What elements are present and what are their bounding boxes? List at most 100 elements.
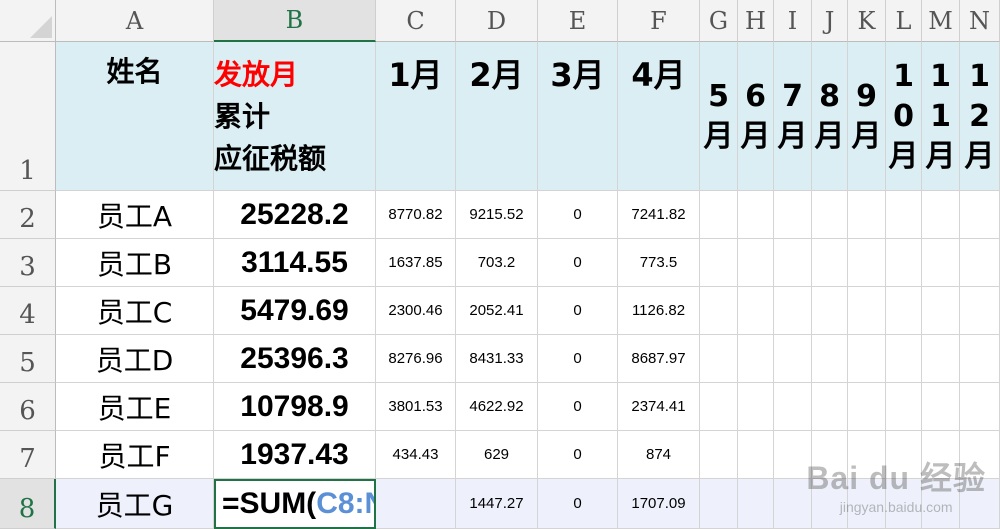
column-header-n[interactable]: N <box>960 0 1000 42</box>
cell-m3[interactable] <box>922 239 960 287</box>
cell-c4[interactable]: 2300.46 <box>376 287 456 335</box>
cell-m4[interactable] <box>922 287 960 335</box>
cell-f8[interactable]: 1707.09 <box>618 479 700 529</box>
cell-c3[interactable]: 1637.85 <box>376 239 456 287</box>
cell-k4[interactable] <box>848 287 886 335</box>
cell-j2[interactable] <box>812 191 848 239</box>
cell-e3[interactable]: 0 <box>538 239 618 287</box>
cell-a5[interactable]: 员工D <box>56 335 214 383</box>
cell-h7[interactable] <box>738 431 774 479</box>
column-header-l[interactable]: L <box>886 0 922 42</box>
cell-m5[interactable] <box>922 335 960 383</box>
row-header-5[interactable]: 5 <box>0 335 56 383</box>
column-header-m[interactable]: M <box>922 0 960 42</box>
cell-i2[interactable] <box>774 191 812 239</box>
cell-b4[interactable]: 5479.69 <box>214 287 376 335</box>
cell-h3[interactable] <box>738 239 774 287</box>
column-header-a[interactable]: A <box>56 0 214 42</box>
cell-b5[interactable]: 25396.3 <box>214 335 376 383</box>
cell-i6[interactable] <box>774 383 812 431</box>
cell-g5[interactable] <box>700 335 738 383</box>
cell-b6[interactable]: 10798.9 <box>214 383 376 431</box>
cell-d1-feb[interactable]: 2月 <box>456 42 538 191</box>
cell-h2[interactable] <box>738 191 774 239</box>
cell-l1-oct[interactable]: 1 0 月 <box>886 42 922 191</box>
cell-h1-jun[interactable]: 6月 <box>738 42 774 191</box>
row-header-4[interactable]: 4 <box>0 287 56 335</box>
cell-g2[interactable] <box>700 191 738 239</box>
row-header-1[interactable]: 1 <box>0 42 56 191</box>
cell-n4[interactable] <box>960 287 1000 335</box>
cell-l3[interactable] <box>886 239 922 287</box>
cell-f2[interactable]: 7241.82 <box>618 191 700 239</box>
cell-f5[interactable]: 8687.97 <box>618 335 700 383</box>
row-header-8[interactable]: 8 <box>0 479 56 529</box>
cell-c1-jan[interactable]: 1月 <box>376 42 456 191</box>
cell-j6[interactable] <box>812 383 848 431</box>
cell-l4[interactable] <box>886 287 922 335</box>
row-header-7[interactable]: 7 <box>0 431 56 479</box>
cell-f4[interactable]: 1126.82 <box>618 287 700 335</box>
cell-n5[interactable] <box>960 335 1000 383</box>
cell-e7[interactable]: 0 <box>538 431 618 479</box>
row-header-3[interactable]: 3 <box>0 239 56 287</box>
cell-a8-name[interactable]: 员工G <box>56 479 214 529</box>
cell-l2[interactable] <box>886 191 922 239</box>
cell-b7[interactable]: 1937.43 <box>214 431 376 479</box>
column-header-b[interactable]: B <box>214 0 376 42</box>
column-header-g[interactable]: G <box>700 0 738 42</box>
row-header-6[interactable]: 6 <box>0 383 56 431</box>
cell-m6[interactable] <box>922 383 960 431</box>
column-header-c[interactable]: C <box>376 0 456 42</box>
cell-l5[interactable] <box>886 335 922 383</box>
cell-h8[interactable] <box>738 479 774 529</box>
cell-c6[interactable]: 3801.53 <box>376 383 456 431</box>
cell-k6[interactable] <box>848 383 886 431</box>
cell-d3[interactable]: 703.2 <box>456 239 538 287</box>
cell-a1-name-header[interactable]: 姓名 <box>56 42 214 191</box>
active-cell-b8-formula[interactable]: =SUM(C8:N8) <box>214 479 376 529</box>
cell-i5[interactable] <box>774 335 812 383</box>
cell-e1-mar[interactable]: 3月 <box>538 42 618 191</box>
cell-k3[interactable] <box>848 239 886 287</box>
cell-e6[interactable]: 0 <box>538 383 618 431</box>
cell-j5[interactable] <box>812 335 848 383</box>
cell-k2[interactable] <box>848 191 886 239</box>
cell-d8[interactable]: 1447.27 <box>456 479 538 529</box>
cell-f6[interactable]: 2374.41 <box>618 383 700 431</box>
cell-d5[interactable]: 8431.33 <box>456 335 538 383</box>
cell-g7[interactable] <box>700 431 738 479</box>
cell-g6[interactable] <box>700 383 738 431</box>
cell-k5[interactable] <box>848 335 886 383</box>
cell-e2[interactable]: 0 <box>538 191 618 239</box>
cell-c7[interactable]: 434.43 <box>376 431 456 479</box>
cell-a4[interactable]: 员工C <box>56 287 214 335</box>
cell-i3[interactable] <box>774 239 812 287</box>
cell-j3[interactable] <box>812 239 848 287</box>
cell-a7[interactable]: 员工F <box>56 431 214 479</box>
row-header-2[interactable]: 2 <box>0 191 56 239</box>
cell-h6[interactable] <box>738 383 774 431</box>
cell-g3[interactable] <box>700 239 738 287</box>
column-header-d[interactable]: D <box>456 0 538 42</box>
cell-a3[interactable]: 员工B <box>56 239 214 287</box>
column-header-k[interactable]: K <box>848 0 886 42</box>
cell-n3[interactable] <box>960 239 1000 287</box>
cell-d7[interactable]: 629 <box>456 431 538 479</box>
cell-b2[interactable]: 25228.2 <box>214 191 376 239</box>
cell-e4[interactable]: 0 <box>538 287 618 335</box>
cell-f7[interactable]: 874 <box>618 431 700 479</box>
cell-g8[interactable] <box>700 479 738 529</box>
cell-d2[interactable]: 9215.52 <box>456 191 538 239</box>
cell-c2[interactable]: 8770.82 <box>376 191 456 239</box>
select-all-corner[interactable] <box>0 0 56 42</box>
cell-m1-nov[interactable]: 1 1 月 <box>922 42 960 191</box>
column-header-f[interactable]: F <box>618 0 700 42</box>
cell-j4[interactable] <box>812 287 848 335</box>
cell-n2[interactable] <box>960 191 1000 239</box>
cell-g1-may[interactable]: 5月 <box>700 42 738 191</box>
cell-g4[interactable] <box>700 287 738 335</box>
column-header-j[interactable]: J <box>812 0 848 42</box>
cell-f1-apr[interactable]: 4月 <box>618 42 700 191</box>
column-header-e[interactable]: E <box>538 0 618 42</box>
